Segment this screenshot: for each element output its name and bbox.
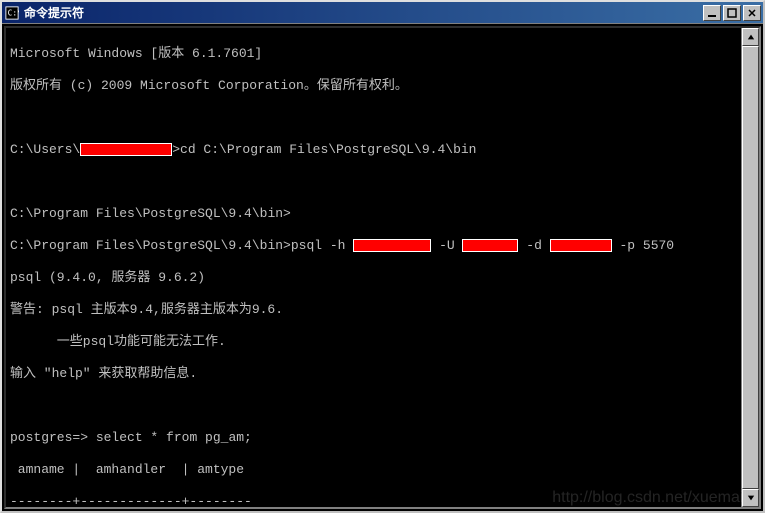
redacted-host: [353, 239, 431, 252]
output-line: [10, 110, 737, 126]
scrollbar-track[interactable]: [742, 46, 759, 489]
vertical-scrollbar[interactable]: [741, 28, 759, 507]
window-title: 命令提示符: [24, 4, 703, 21]
scroll-up-button[interactable]: [742, 28, 759, 46]
redacted-username: [80, 143, 172, 156]
output-line: [10, 398, 737, 414]
output-line: psql (9.4.0, 服务器 9.6.2): [10, 270, 737, 286]
output-line: [10, 174, 737, 190]
cmd-text: >cd C:\Program Files\PostgreSQL\9.4\bin: [172, 142, 476, 157]
minimize-button[interactable]: [703, 5, 721, 21]
pg-prompt: postgres=>: [10, 430, 96, 445]
output-line: postgres=> select * from pg_am;: [10, 430, 737, 446]
cmd-icon: C:\: [4, 5, 20, 21]
output-line: C:\Program Files\PostgreSQL\9.4\bin>: [10, 206, 737, 222]
output-line: 警告: psql 主版本9.4,服务器主版本为9.6.: [10, 302, 737, 318]
output-line: C:\Program Files\PostgreSQL\9.4\bin>psql…: [10, 238, 737, 254]
output-line: 一些psql功能可能无法工作.: [10, 334, 737, 350]
sql-cmd: select * from pg_am;: [96, 430, 252, 445]
terminal-output[interactable]: Microsoft Windows [版本 6.1.7601] 版权所有 (c)…: [6, 28, 741, 507]
cmd-text: C:\Program Files\PostgreSQL\9.4\bin>psql…: [10, 238, 353, 253]
command-prompt-window: C:\ 命令提示符 Microsoft Windows [版本 6.1.7601…: [0, 0, 765, 513]
output-line: Microsoft Windows [版本 6.1.7601]: [10, 46, 737, 62]
cmd-text: -U: [431, 238, 462, 253]
cmd-text: -d: [518, 238, 549, 253]
svg-text:C:\: C:\: [8, 8, 19, 17]
prompt-text: C:\Users\: [10, 142, 80, 157]
window-controls: [703, 5, 761, 21]
terminal-container: Microsoft Windows [版本 6.1.7601] 版权所有 (c)…: [4, 26, 761, 509]
output-line: C:\Users\ >cd C:\Program Files\PostgreSQL…: [10, 142, 737, 158]
scroll-down-button[interactable]: [742, 489, 759, 507]
cmd-text: -p 5570: [612, 238, 674, 253]
maximize-button[interactable]: [723, 5, 741, 21]
output-line: 输入 "help" 来获取帮助信息.: [10, 366, 737, 382]
table-header: amname | amhandler | amtype: [10, 462, 737, 478]
redacted-user: [462, 239, 518, 252]
output-line: 版权所有 (c) 2009 Microsoft Corporation。保留所有…: [10, 78, 737, 94]
redacted-db: [550, 239, 612, 252]
titlebar[interactable]: C:\ 命令提示符: [2, 2, 763, 24]
close-button[interactable]: [743, 5, 761, 21]
table-sep: --------+-------------+--------: [10, 494, 737, 507]
scrollbar-thumb[interactable]: [742, 46, 759, 489]
